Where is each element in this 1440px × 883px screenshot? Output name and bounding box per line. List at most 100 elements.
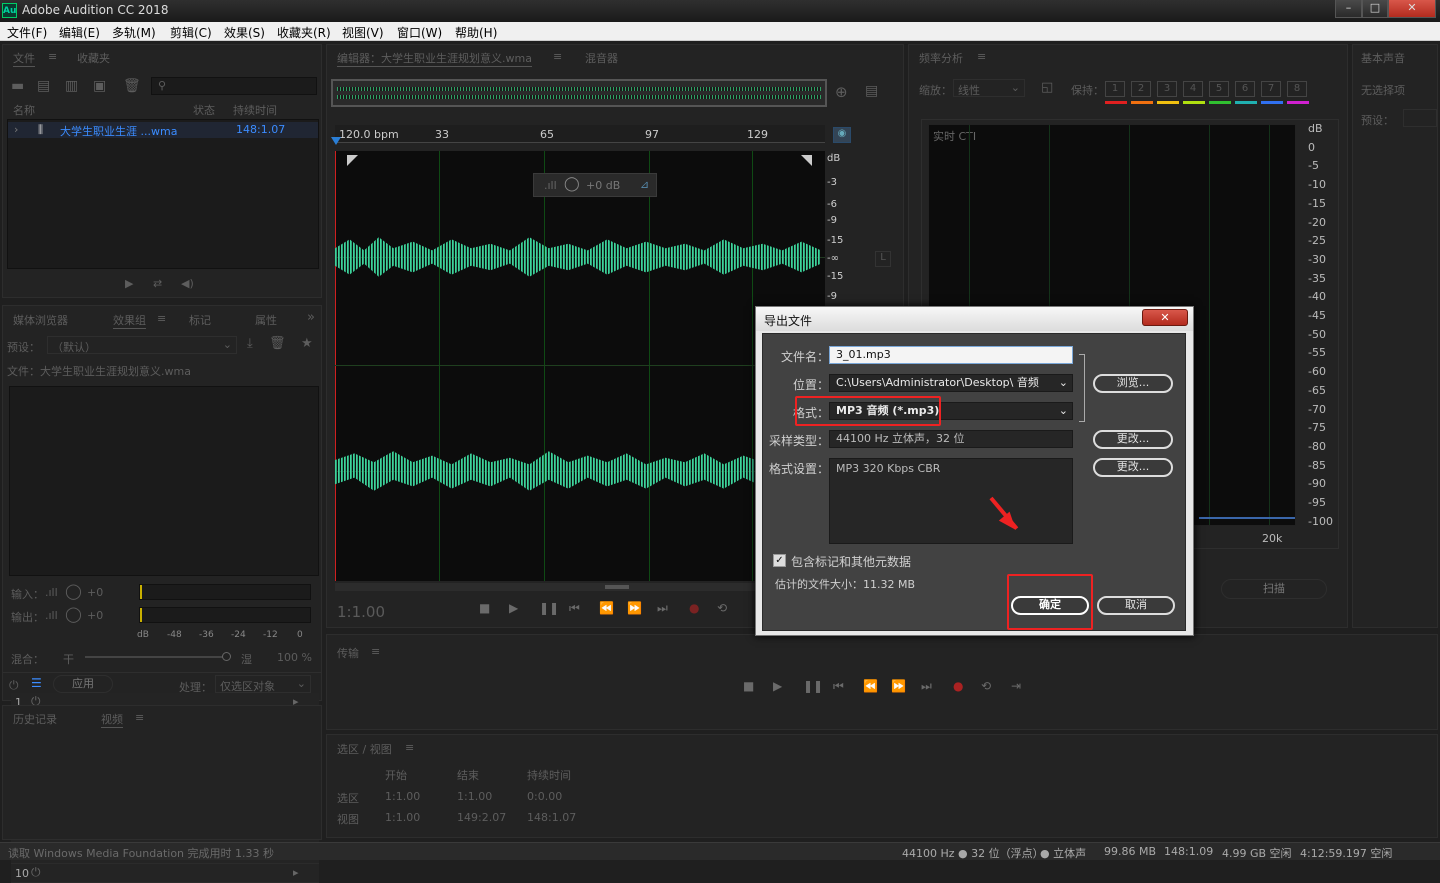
mix-slider-handle[interactable] (222, 652, 231, 661)
close-button[interactable]: ✕ (1388, 0, 1436, 18)
tab-video[interactable]: 视频 (101, 711, 123, 728)
menu-clip[interactable]: 剪辑(C) (170, 24, 212, 41)
pin-icon[interactable]: ⊿ (640, 178, 649, 191)
play-icon[interactable]: ▶ (509, 601, 518, 615)
layout-icon[interactable]: ▤ (865, 83, 878, 99)
expand-icon[interactable]: › (14, 123, 18, 136)
tab-frequency-analysis[interactable]: 频率分析 (919, 50, 963, 66)
play-icon[interactable]: ▶ (125, 277, 133, 290)
horizontal-scrollbar[interactable] (335, 583, 825, 591)
fade-out-handle[interactable] (801, 155, 812, 166)
new-file-icon[interactable]: ▥ (65, 78, 78, 94)
menu-icon[interactable]: ≡ (977, 50, 986, 63)
include-metadata-checkbox[interactable]: ✓ (773, 554, 786, 567)
tab-effects-rack[interactable]: 效果组 (113, 312, 146, 329)
current-time[interactable]: 1:1.00 (337, 603, 385, 621)
snap-icon[interactable]: ◉ (833, 127, 851, 143)
list-icon[interactable]: ☰ (31, 676, 42, 690)
fast-forward-icon[interactable]: ⏩ (627, 601, 642, 615)
tab-favorites[interactable]: 收藏夹 (77, 50, 110, 66)
sel-start[interactable]: 1:1.00 (385, 790, 420, 803)
skip-end-icon[interactable]: ⏭ (657, 601, 668, 616)
channel-l-toggle[interactable]: L (875, 251, 891, 267)
minimize-button[interactable]: – (1335, 0, 1362, 18)
menu-window[interactable]: 窗口(W) (397, 24, 442, 41)
waveform-area[interactable]: .ıll ◯ +0 dB ⊿ (335, 151, 825, 581)
menu-effects[interactable]: 效果(S) (224, 24, 265, 41)
menu-view[interactable]: 视图(V) (342, 24, 384, 41)
skip-start-icon[interactable]: ⏮ (833, 679, 844, 694)
loop-icon[interactable]: ⟲ (717, 601, 727, 615)
loop-icon[interactable]: ⇄ (153, 277, 162, 290)
capture-icon[interactable]: ◱ (1041, 80, 1053, 95)
view-start[interactable]: 1:1.00 (385, 811, 420, 824)
pause-icon[interactable]: ❚❚ (803, 679, 823, 693)
stop-icon[interactable]: ■ (479, 601, 490, 615)
delete-preset-icon[interactable]: 🗑 (269, 336, 286, 351)
menu-icon[interactable]: ≡ (553, 50, 562, 63)
hold-button[interactable]: 7 (1261, 81, 1281, 97)
hud-volume[interactable]: .ıll ◯ +0 dB ⊿ (533, 173, 657, 197)
skip-end-icon[interactable]: ⏭ (921, 679, 932, 694)
playhead[interactable] (335, 151, 336, 581)
rewind-icon[interactable]: ⏪ (863, 679, 878, 693)
slot-arrow-icon[interactable]: ▸ (293, 866, 299, 879)
hold-button[interactable]: 8 (1287, 81, 1307, 97)
record-icon[interactable]: ● (689, 601, 699, 615)
col-status[interactable]: 状态 (193, 102, 215, 118)
power-icon[interactable]: ⏻ (9, 678, 19, 693)
overview-bar[interactable] (331, 79, 827, 107)
play-icon[interactable]: ▶ (773, 679, 782, 693)
hold-button[interactable]: 6 (1235, 81, 1255, 97)
input-knob[interactable]: ◯ (65, 582, 82, 600)
tab-transport[interactable]: 传输 (337, 645, 359, 661)
tab-media-browser[interactable]: 媒体浏览器 (13, 312, 68, 328)
delete-icon[interactable]: 🗑 (123, 78, 141, 94)
skip-icon[interactable]: ⇥ (1011, 679, 1021, 693)
maximize-button[interactable]: □ (1362, 0, 1388, 18)
change-format-button[interactable]: 更改... (1093, 458, 1173, 477)
more-panels-icon[interactable]: » (307, 310, 315, 325)
location-select[interactable]: C:\Users\Administrator\Desktop\ 音频 ⌄ (829, 374, 1073, 392)
rewind-icon[interactable]: ⏪ (599, 601, 614, 615)
process-select[interactable]: 仅选区对象 ⌄ (215, 675, 311, 693)
preset-select[interactable]: （默认） ⌄ (47, 336, 237, 354)
pause-icon[interactable]: ❚❚ (539, 601, 559, 615)
mix-slider[interactable] (85, 652, 231, 661)
hold-button[interactable]: 5 (1209, 81, 1229, 97)
hold-button[interactable]: 4 (1183, 81, 1203, 97)
sel-duration[interactable]: 0:0.00 (527, 790, 562, 803)
menu-icon[interactable]: ≡ (48, 50, 57, 63)
view-duration[interactable]: 148:1.07 (527, 811, 576, 824)
cancel-button[interactable]: 取消 (1097, 596, 1175, 615)
apply-button[interactable]: 应用 (53, 675, 113, 693)
zoom-select[interactable]: 线性 ⌄ (953, 79, 1025, 97)
loop-icon[interactable]: ⟲ (981, 679, 991, 693)
menu-multitrack[interactable]: 多轨(M) (112, 24, 156, 41)
tab-editor[interactable]: 编辑器：大学生职业生涯规划意义.wma (337, 50, 532, 67)
search-input[interactable]: ⚲ (151, 77, 317, 95)
tab-selection-view[interactable]: 选区 / 视图 (337, 741, 392, 757)
tab-properties[interactable]: 属性 (255, 312, 277, 328)
preset-select[interactable] (1403, 109, 1437, 127)
menu-help[interactable]: 帮助(H) (455, 24, 497, 41)
menu-icon[interactable]: ≡ (371, 645, 380, 658)
tab-essential-sound[interactable]: 基本声音 (1361, 50, 1405, 66)
menu-icon[interactable]: ≡ (135, 711, 144, 724)
col-name[interactable]: 名称 (13, 102, 35, 118)
menu-file[interactable]: 文件(F) (7, 24, 47, 41)
tab-files[interactable]: 文件 (13, 50, 35, 67)
hold-button[interactable]: 1 (1105, 81, 1125, 97)
tab-history[interactable]: 历史记录 (13, 711, 57, 727)
tab-mixer[interactable]: 混音器 (585, 50, 618, 66)
menu-icon[interactable]: ≡ (157, 312, 166, 325)
speaker-icon[interactable]: ◀) (181, 277, 194, 290)
playhead-marker[interactable] (331, 137, 341, 145)
file-name[interactable]: 大学生职业生涯 ...wma (60, 123, 177, 139)
menu-icon[interactable]: ≡ (405, 741, 414, 754)
change-sample-button[interactable]: 更改... (1093, 430, 1173, 449)
power-icon[interactable]: ⏻ (31, 865, 41, 880)
filename-input[interactable]: 3_01.mp3 (829, 346, 1073, 364)
effect-slot[interactable]: 10 ⏻ ▸ (11, 864, 319, 883)
menu-favorites[interactable]: 收藏夹(R) (277, 24, 331, 41)
